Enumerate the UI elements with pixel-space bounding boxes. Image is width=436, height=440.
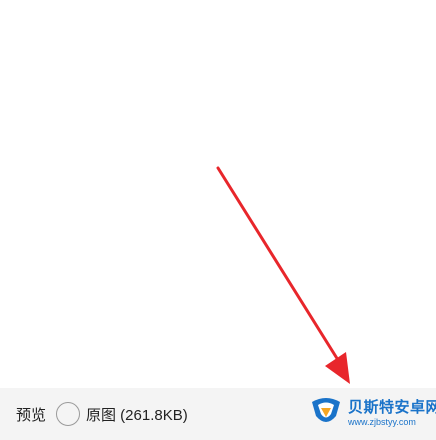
image-preview-area <box>0 0 436 388</box>
watermark-logo-icon <box>312 398 340 422</box>
watermark-url: www.zjbstyy.com <box>348 417 416 427</box>
watermark: 贝斯特安卓网 www.zjbstyy.com <box>306 394 436 436</box>
original-image-label[interactable]: 原图 (261.8KB) <box>86 404 188 425</box>
preview-button[interactable]: 预览 <box>16 404 46 425</box>
watermark-title: 贝斯特安卓网 <box>348 399 436 416</box>
bottom-toolbar: 预览 原图 (261.8KB) 贝斯特安卓网 www.zjbstyy.com <box>0 388 436 440</box>
image-preview-screen: 预览 原图 (261.8KB) 贝斯特安卓网 www.zjbstyy.com <box>0 0 436 440</box>
original-image-radio[interactable] <box>56 402 80 426</box>
